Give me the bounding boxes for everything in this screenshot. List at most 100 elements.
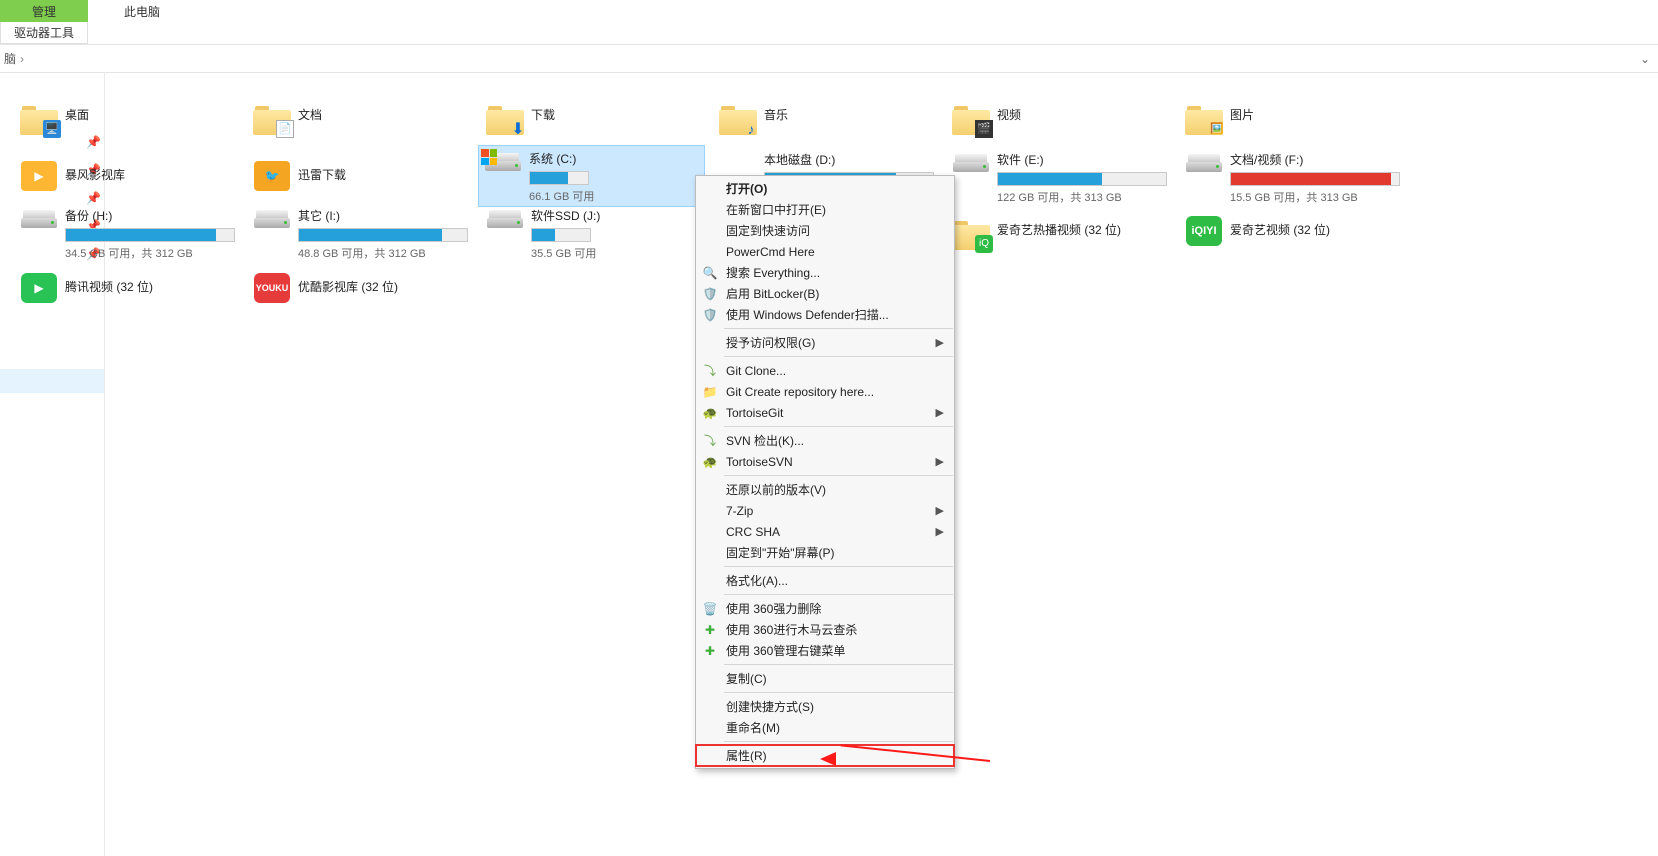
usage-bar xyxy=(529,171,589,185)
ctx-360-scan[interactable]: ✚使用 360进行木马云查杀 xyxy=(696,619,954,640)
folder-label: 文档 xyxy=(298,108,322,124)
address-dropdown-icon[interactable]: ⌄ xyxy=(1640,52,1650,66)
drive-title: 系统 (C:) xyxy=(529,150,704,167)
folder-music[interactable]: ♪ 音乐 xyxy=(714,93,939,138)
ctx-pin-quick-access[interactable]: 固定到快速访问 xyxy=(696,220,954,241)
ribbon-tab-driver-tools[interactable]: 驱动器工具 xyxy=(0,22,88,44)
ctx-copy[interactable]: 复制(C) xyxy=(696,668,954,689)
app-icon: iQIYI xyxy=(1184,211,1224,251)
folder-icon: 🖼️ xyxy=(1184,96,1224,136)
annotation-arrow xyxy=(820,748,990,770)
ctx-separator xyxy=(724,741,953,742)
folder-label: 图片 xyxy=(1230,108,1254,124)
drive-icon xyxy=(485,207,525,239)
chevron-right-icon: ▶ xyxy=(936,455,944,468)
ctx-separator xyxy=(724,594,953,595)
folder-desktop[interactable]: 🖥️ 桌面 xyxy=(15,93,240,138)
ctx-bitlocker[interactable]: 🛡️启用 BitLocker(B) xyxy=(696,283,954,304)
tortoise-icon: 🐢 xyxy=(702,405,718,421)
folder-downloads[interactable]: ⬇ 下载 xyxy=(481,93,706,138)
ctx-360-delete[interactable]: 🗑️使用 360强力删除 xyxy=(696,598,954,619)
folder-documents[interactable]: 📄 文档 xyxy=(248,93,473,138)
context-menu: 打开(O) 在新窗口中打开(E) 固定到快速访问 PowerCmd Here 🔍… xyxy=(695,175,955,769)
ctx-7zip[interactable]: 7-Zip▶ xyxy=(696,500,954,521)
svn-icon: ⤵ xyxy=(702,433,718,449)
folder-pictures[interactable]: 🖼️ 图片 xyxy=(1180,93,1405,138)
app-icon: iQ xyxy=(951,211,991,251)
app-label: 爱奇艺热播视频 (32 位) xyxy=(997,223,1121,239)
ctx-powercmd[interactable]: PowerCmd Here xyxy=(696,241,954,262)
drive-c[interactable]: 系统 (C:) 66.1 GB 可用 xyxy=(479,146,704,206)
search-icon: 🔍 xyxy=(702,265,718,281)
drive-title: 软件 (E:) xyxy=(997,151,1172,168)
ctx-svn-checkout[interactable]: ⤵SVN 检出(K)... xyxy=(696,430,954,451)
ribbon: 管理 驱动器工具 此电脑 xyxy=(0,0,1658,45)
shield-icon: 🛡️ xyxy=(702,286,718,302)
ctx-crc-sha[interactable]: CRC SHA▶ xyxy=(696,521,954,542)
app-iqiyi[interactable]: iQIYI 爱奇艺视频 (32 位) xyxy=(1180,208,1405,253)
ctx-rename[interactable]: 重命名(M) xyxy=(696,717,954,738)
ribbon-tab-thispc[interactable]: 此电脑 xyxy=(98,0,186,22)
app-icon: YOUKU xyxy=(252,268,292,308)
defender-icon: 🛡️ xyxy=(702,307,718,323)
app-youku[interactable]: YOUKU 优酷影视库 (32 位) xyxy=(248,265,473,310)
ctx-pin-to-start[interactable]: 固定到"开始"屏幕(P) xyxy=(696,542,954,563)
ctx-separator xyxy=(724,356,953,357)
ctx-restore-previous[interactable]: 还原以前的版本(V) xyxy=(696,479,954,500)
folder-icon: 🎬 xyxy=(951,96,991,136)
ctx-separator xyxy=(724,328,953,329)
drive-icon xyxy=(483,150,523,182)
address-bar[interactable]: 脑 › xyxy=(0,45,1658,73)
drive-subtext: 35.5 GB 可用 xyxy=(531,245,691,261)
ctx-open-new-window[interactable]: 在新窗口中打开(E) xyxy=(696,199,954,220)
breadcrumb-root[interactable]: 脑 xyxy=(4,50,16,67)
ribbon-tab-driver-label: 驱动器工具 xyxy=(14,24,74,41)
app-label: 爱奇艺视频 (32 位) xyxy=(1230,223,1330,239)
ctx-open[interactable]: 打开(O) xyxy=(696,178,954,199)
drive-subtext: 15.5 GB 可用，共 313 GB xyxy=(1230,189,1405,205)
folder-videos[interactable]: 🎬 视频 xyxy=(947,93,1172,138)
ctx-grant-access[interactable]: 授予访问权限(G)▶ xyxy=(696,332,954,353)
ctx-git-create-repo[interactable]: 📁Git Create repository here... xyxy=(696,381,954,402)
folder-icon: ♪ xyxy=(718,96,758,136)
usage-bar xyxy=(531,228,591,242)
app-tencent[interactable]: ▶ 腾讯视频 (32 位) xyxy=(15,265,240,310)
ribbon-tab-manage[interactable]: 管理 xyxy=(0,0,88,22)
ctx-git-clone[interactable]: ⤵Git Clone... xyxy=(696,360,954,381)
app-label: 腾讯视频 (32 位) xyxy=(65,280,153,296)
drive-h[interactable]: 备份 (H:) 34.5 GB 可用，共 312 GB xyxy=(15,205,240,261)
folder-icon: ⬇ xyxy=(485,96,525,136)
ctx-tortoisesvn[interactable]: 🐢TortoiseSVN▶ xyxy=(696,451,954,472)
ctx-format[interactable]: 格式化(A)... xyxy=(696,570,954,591)
ctx-separator xyxy=(724,566,953,567)
app-label: 优酷影视库 (32 位) xyxy=(298,280,398,296)
tortoise-icon: 🐢 xyxy=(702,454,718,470)
folder-xunlei[interactable]: 🐦 迅雷下载 xyxy=(248,153,473,198)
drive-icon xyxy=(19,207,59,239)
ctx-defender-scan[interactable]: 🛡️使用 Windows Defender扫描... xyxy=(696,304,954,325)
drive-e[interactable]: 软件 (E:) 122 GB 可用，共 313 GB xyxy=(947,149,1172,205)
ctx-360-menu[interactable]: ✚使用 360管理右键菜单 xyxy=(696,640,954,661)
ctx-separator xyxy=(724,664,953,665)
folder-baofeng[interactable]: ▶ 暴风影视库 xyxy=(15,153,240,198)
ctx-create-shortcut[interactable]: 创建快捷方式(S) xyxy=(696,696,954,717)
app-iqiyi-hot[interactable]: iQ 爱奇艺热播视频 (32 位) xyxy=(947,208,1172,253)
drive-title: 文档/视频 (F:) xyxy=(1230,151,1405,168)
folder-label: 迅雷下载 xyxy=(298,168,346,184)
drive-j[interactable]: 软件SSD (J:) 35.5 GB 可用 xyxy=(481,205,691,261)
drive-i[interactable]: 其它 (I:) 48.8 GB 可用，共 312 GB xyxy=(248,205,473,261)
chevron-right-icon: ▶ xyxy=(936,504,944,517)
drive-subtext: 48.8 GB 可用，共 312 GB xyxy=(298,245,473,261)
git-icon: 📁 xyxy=(702,384,718,400)
breadcrumb-sep: › xyxy=(20,52,24,66)
360-icon: 🗑️ xyxy=(702,601,718,617)
folder-label: 暴风影视库 xyxy=(65,168,125,184)
ctx-tortoisegit[interactable]: 🐢TortoiseGit▶ xyxy=(696,402,954,423)
app-icon: ▶ xyxy=(19,156,59,196)
drive-title: 其它 (I:) xyxy=(298,207,473,224)
drive-f[interactable]: 文档/视频 (F:) 15.5 GB 可用，共 313 GB xyxy=(1180,149,1405,205)
ctx-search-everything[interactable]: 🔍搜索 Everything... xyxy=(696,262,954,283)
git-icon: ⤵ xyxy=(702,363,718,379)
ctx-separator xyxy=(724,475,953,476)
chevron-right-icon: ▶ xyxy=(936,336,944,349)
